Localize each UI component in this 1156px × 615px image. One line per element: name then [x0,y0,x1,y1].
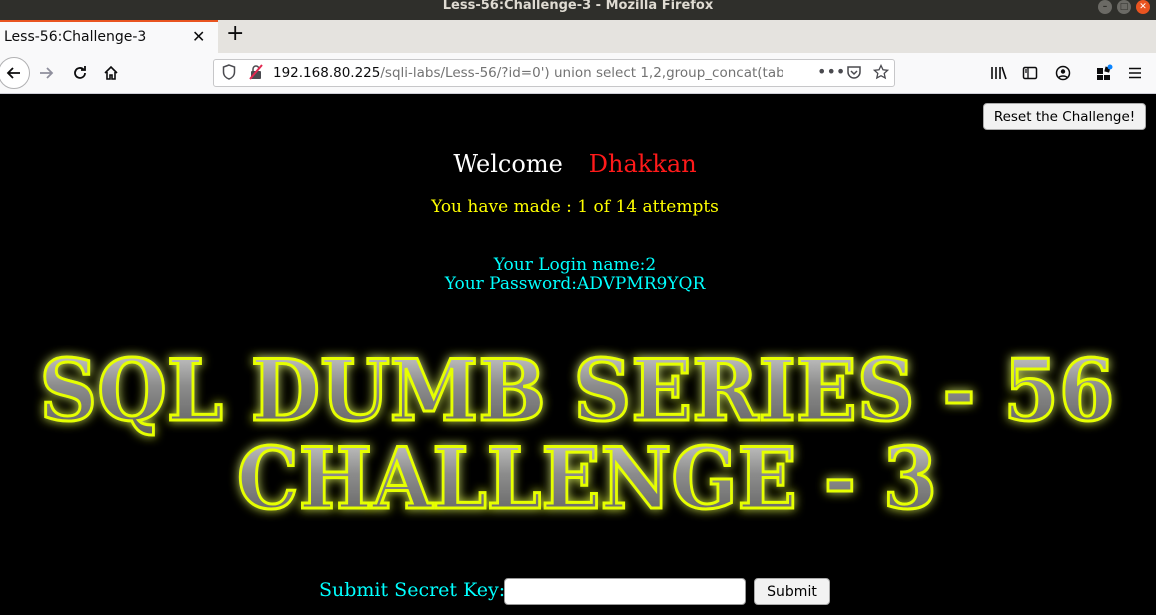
extensions-icon[interactable] [1090,59,1118,87]
tab-close-icon[interactable]: ✕ [192,27,205,46]
tab-active[interactable]: Less-56:Challenge-3 ✕ [0,20,218,53]
url-text[interactable]: 192.168.80.225/sqli-labs/Less-56/?id=0')… [273,65,783,81]
banner-image: SQL DUMB SERIES - 56 CHALLENGE - 3 [30,340,1125,530]
maximize-icon[interactable]: □ [1117,0,1131,14]
welcome-user: Dhakkan [588,150,697,178]
url-host: 192.168.80.225 [273,65,381,81]
account-icon[interactable] [1049,59,1077,87]
page-actions-icon[interactable]: ••• [817,62,845,81]
submit-button[interactable]: Submit [754,578,830,605]
banner-line-2: CHALLENGE - 3 [237,429,937,525]
shield-icon[interactable] [222,64,236,84]
minimize-icon[interactable]: – [1098,0,1112,14]
library-icon[interactable] [985,59,1013,87]
window-titlebar: Less-56:Challenge-3 - Mozilla Firefox – … [0,0,1156,20]
secret-key-label: Submit Secret Key: [319,579,506,601]
forward-icon[interactable] [32,59,60,87]
sidebar-icon[interactable] [1016,59,1044,87]
bookmark-star-icon[interactable] [872,63,890,84]
pocket-icon[interactable] [846,64,862,84]
welcome-line: Welcome Dhakkan [0,150,1150,178]
insecure-lock-icon[interactable] [248,64,264,84]
home-icon[interactable] [97,59,125,87]
reload-icon[interactable] [66,59,94,87]
tab-strip: Less-56:Challenge-3 ✕ + [0,20,1156,53]
menu-icon[interactable] [1121,59,1149,87]
password: Your Password:ADVPMR9YQR [444,274,706,294]
secret-key-input[interactable] [504,578,746,605]
url-bar[interactable]: 192.168.80.225/sqli-labs/Less-56/?id=0')… [213,59,895,87]
welcome-label: Welcome [453,150,563,178]
attempts-counter: You have made : 1 of 14 attempts [431,197,719,217]
tab-label: Less-56:Challenge-3 [4,29,147,45]
banner-line-1: SQL DUMB SERIES - 56 [40,345,1115,440]
login-name: Your Login name:2 [493,255,657,275]
new-tab-icon[interactable]: + [226,21,244,46]
url-path: /sqli-labs/Less-56/?id=0') union select … [380,65,783,81]
back-icon[interactable] [0,57,30,89]
reset-challenge-button[interactable]: Reset the Challenge! [983,103,1146,130]
window-controls: – □ ✕ [1098,0,1150,14]
nav-bar: 192.168.80.225/sqli-labs/Less-56/?id=0')… [0,53,1156,94]
close-window-icon[interactable]: ✕ [1136,0,1150,14]
window-title: Less-56:Challenge-3 - Mozilla Firefox [442,0,714,13]
